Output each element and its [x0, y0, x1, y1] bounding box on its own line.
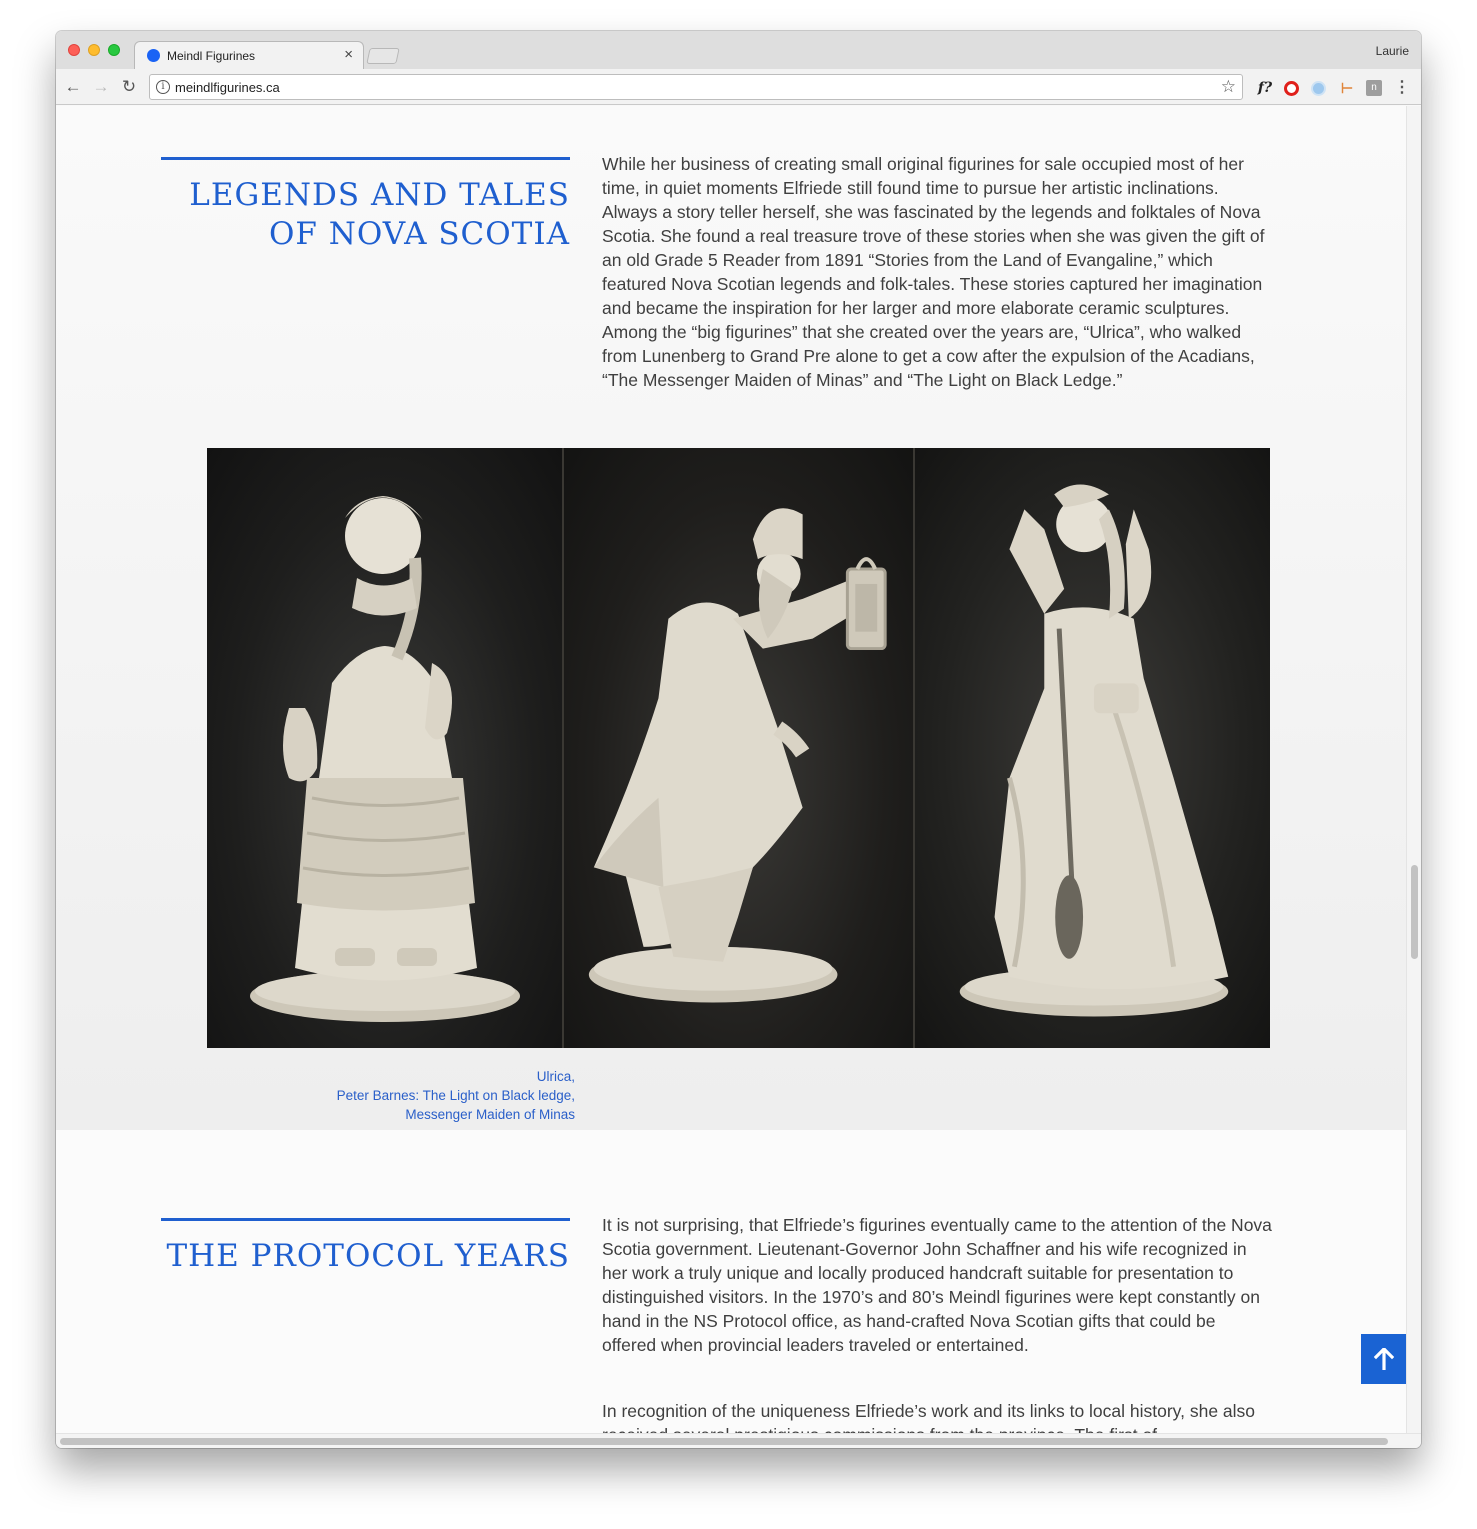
reload-icon[interactable]: ↻ [119, 77, 139, 97]
profile-name[interactable]: Laurie [1376, 44, 1409, 58]
heading-rule [161, 1218, 570, 1221]
circle-extension-icon[interactable] [1311, 81, 1326, 96]
ulrica-figurine-image [250, 496, 520, 1022]
site-info-icon[interactable]: i [156, 80, 170, 94]
browser-toolbar: ← → ↻ i meindlfigurines.ca ☆ f? ⊢ n ⋮ [56, 69, 1421, 105]
caption-line-ulrica: Ulrica, [536, 1069, 575, 1084]
back-arrow-icon[interactable]: ← [63, 77, 83, 97]
browser-tab-active[interactable]: Meindl Figurines × [134, 41, 364, 69]
zoom-window-button[interactable] [108, 44, 120, 56]
tab-title: Meindl Figurines [167, 49, 256, 63]
caption-line-messenger-maiden: Messenger Maiden of Minas [405, 1107, 575, 1122]
address-bar[interactable]: i meindlfigurines.ca ☆ [149, 74, 1243, 100]
url-text[interactable]: meindlfigurines.ca [175, 80, 280, 95]
favicon-icon [147, 49, 160, 62]
opera-extension-icon[interactable] [1284, 81, 1299, 96]
browser-window: Meindl Figurines × Laurie ← → ↻ i meindl… [56, 31, 1421, 1448]
browser-menu-icon[interactable]: ⋮ [1394, 80, 1410, 96]
horizontal-scrollbar[interactable] [56, 1433, 1421, 1448]
figurine-photo-strip [207, 448, 1270, 1048]
forward-arrow-icon[interactable]: → [91, 77, 111, 97]
protocol-heading: THE PROTOCOL YEARS [166, 1238, 570, 1274]
tag-extension-icon[interactable]: ⊢ [1339, 80, 1355, 96]
title-bar: Meindl Figurines × Laurie [56, 31, 1421, 69]
photo-caption: Ulrica, Peter Barnes: The Light on Black… [206, 1067, 575, 1124]
legends-heading-line1: LEGENDS AND TALES [189, 177, 570, 213]
protocol-body-paragraph-2: In recognition of the uniqueness Elfried… [602, 1401, 1256, 1433]
tab-close-icon[interactable]: × [344, 46, 353, 64]
messenger-maiden-figurine-image [959, 484, 1229, 1017]
bookmark-star-icon[interactable]: ☆ [1221, 77, 1236, 97]
book-extension-icon[interactable]: n [1366, 80, 1382, 96]
scroll-to-top-button[interactable] [1361, 1334, 1406, 1384]
legends-heading: LEGENDS AND TALES OF NOVA SCOTIA [161, 176, 570, 254]
new-tab-button[interactable] [366, 48, 400, 64]
font-extension-icon[interactable]: f? [1255, 80, 1275, 96]
legends-body-text: While her business of creating small ori… [602, 154, 1265, 390]
heading-rule [161, 157, 570, 160]
legends-section: LEGENDS AND TALES OF NOVA SCOTIA While h… [56, 106, 1406, 1130]
legends-heading-line2: OF NOVA SCOTIA [269, 216, 570, 252]
messenger-maiden-photo [913, 448, 1270, 1048]
caption-line-peter-barnes: Peter Barnes: The Light on Black ledge, [336, 1088, 575, 1103]
vertical-scrollbar[interactable] [1406, 106, 1421, 1433]
peter-barnes-figurine-image [588, 508, 887, 1003]
close-window-button[interactable] [68, 44, 80, 56]
minimize-window-button[interactable] [88, 44, 100, 56]
page-viewport: LEGENDS AND TALES OF NOVA SCOTIA While h… [56, 106, 1406, 1433]
horizontal-scrollbar-thumb[interactable] [60, 1438, 1388, 1445]
peter-barnes-photo [562, 448, 913, 1048]
arrow-up-icon [1373, 1346, 1394, 1371]
protocol-body-paragraph-1: It is not surprising, that Elfriede’s fi… [602, 1215, 1272, 1355]
protocol-section: THE PROTOCOL YEARS It is not surprising,… [56, 1130, 1406, 1433]
ulrica-photo [207, 448, 562, 1048]
vertical-scrollbar-thumb[interactable] [1411, 865, 1418, 959]
